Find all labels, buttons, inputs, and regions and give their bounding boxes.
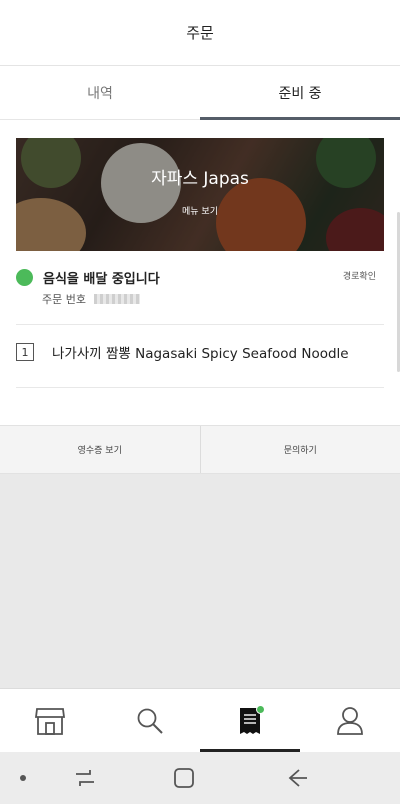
divider: [16, 387, 384, 388]
item-name: 나가사끼 짬뽕 Nagasaki Spicy Seafood Noodle: [52, 346, 349, 362]
home-button[interactable]: [124, 767, 244, 789]
divider: [16, 324, 384, 325]
item-quantity: 1: [16, 343, 34, 361]
order-number-label: 주문 번호: [42, 293, 86, 306]
back-icon: [288, 769, 307, 787]
back-button[interactable]: [244, 768, 352, 788]
system-nav-bar: [0, 752, 400, 804]
tab-preparing[interactable]: 준비 중: [200, 66, 400, 120]
home-icon: [174, 768, 194, 788]
order-item: 1 나가사끼 짬뽕 Nagasaki Spicy Seafood Noodle: [16, 340, 384, 364]
check-route-link[interactable]: 경로확인: [343, 269, 376, 282]
system-dot[interactable]: [0, 774, 46, 782]
dot-icon: [20, 775, 26, 781]
status-indicator-icon: [16, 268, 33, 286]
nav-home[interactable]: [0, 689, 100, 752]
status-text: 음식을 배달 중입니다: [43, 271, 160, 287]
app-header: 주문: [0, 0, 400, 66]
recent-apps-button[interactable]: [46, 768, 124, 788]
nav-orders[interactable]: [200, 689, 300, 752]
inquiry-button[interactable]: 문의하기: [199, 426, 400, 473]
view-menu-link[interactable]: 메뉴 보기: [16, 204, 384, 217]
tab-history[interactable]: 내역: [0, 66, 200, 119]
bottom-nav: [0, 688, 400, 752]
store-icon: [34, 707, 66, 735]
order-status: 음식을 배달 중입니다 경로확인: [16, 266, 384, 288]
restaurant-name: 자파스 Japas: [151, 169, 249, 189]
restaurant-banner[interactable]: 자파스 Japas 메뉴 보기: [16, 138, 384, 251]
order-tabs: 내역 준비 중: [0, 66, 400, 120]
order-actions: 영수증 보기 문의하기: [0, 425, 400, 474]
nav-search[interactable]: [100, 689, 200, 752]
notification-badge: [256, 705, 265, 714]
search-icon: [137, 708, 163, 734]
order-number: 주문 번호: [42, 291, 140, 307]
view-receipt-button[interactable]: 영수증 보기: [0, 426, 200, 473]
nav-profile[interactable]: [300, 689, 400, 752]
recent-apps-icon: [76, 770, 94, 786]
page-title: 주문: [186, 24, 214, 42]
profile-icon: [337, 706, 363, 735]
order-number-redacted: [93, 294, 140, 304]
empty-area: [0, 474, 400, 688]
